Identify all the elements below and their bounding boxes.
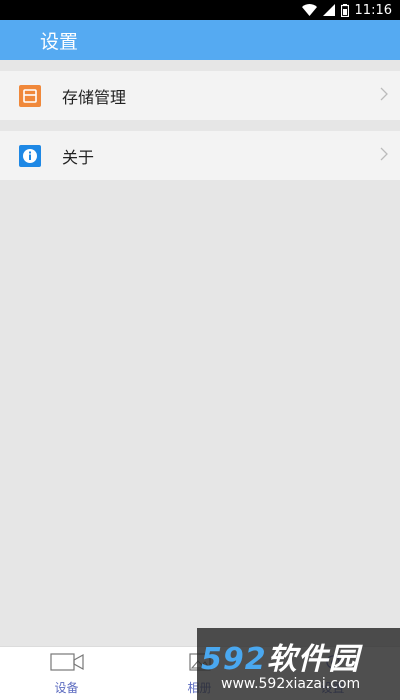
settings-list: 存储管理 关于 xyxy=(0,60,400,646)
watermark: 592软件园 www.592xiazai.com xyxy=(197,628,400,700)
nav-label: 设备 xyxy=(54,680,79,695)
settings-item-label: 关于 xyxy=(62,147,95,167)
settings-item-about[interactable]: 关于 xyxy=(0,131,400,180)
settings-item-storage[interactable]: 存储管理 xyxy=(0,71,400,120)
status-time: 11:16 xyxy=(354,2,392,18)
chevron-right-icon xyxy=(380,86,388,105)
watermark-number: 592 xyxy=(201,642,267,677)
video-camera-icon xyxy=(49,652,84,675)
status-bar: 11:16 xyxy=(0,0,400,20)
watermark-url: www.592xiazai.com xyxy=(221,676,361,692)
battery-icon xyxy=(340,3,349,17)
watermark-text: 软件园 xyxy=(266,642,360,677)
watermark-brand: 592软件园 xyxy=(201,634,360,678)
chevron-right-icon xyxy=(380,146,388,165)
info-icon xyxy=(19,144,41,167)
settings-item-label: 存储管理 xyxy=(62,87,127,107)
app-bar: 设置 xyxy=(0,20,400,60)
signal-icon xyxy=(322,4,335,16)
wifi-icon xyxy=(301,4,317,16)
storage-icon xyxy=(19,84,41,107)
nav-item-devices[interactable]: 设备 xyxy=(0,647,133,700)
page-title: 设置 xyxy=(40,30,79,53)
